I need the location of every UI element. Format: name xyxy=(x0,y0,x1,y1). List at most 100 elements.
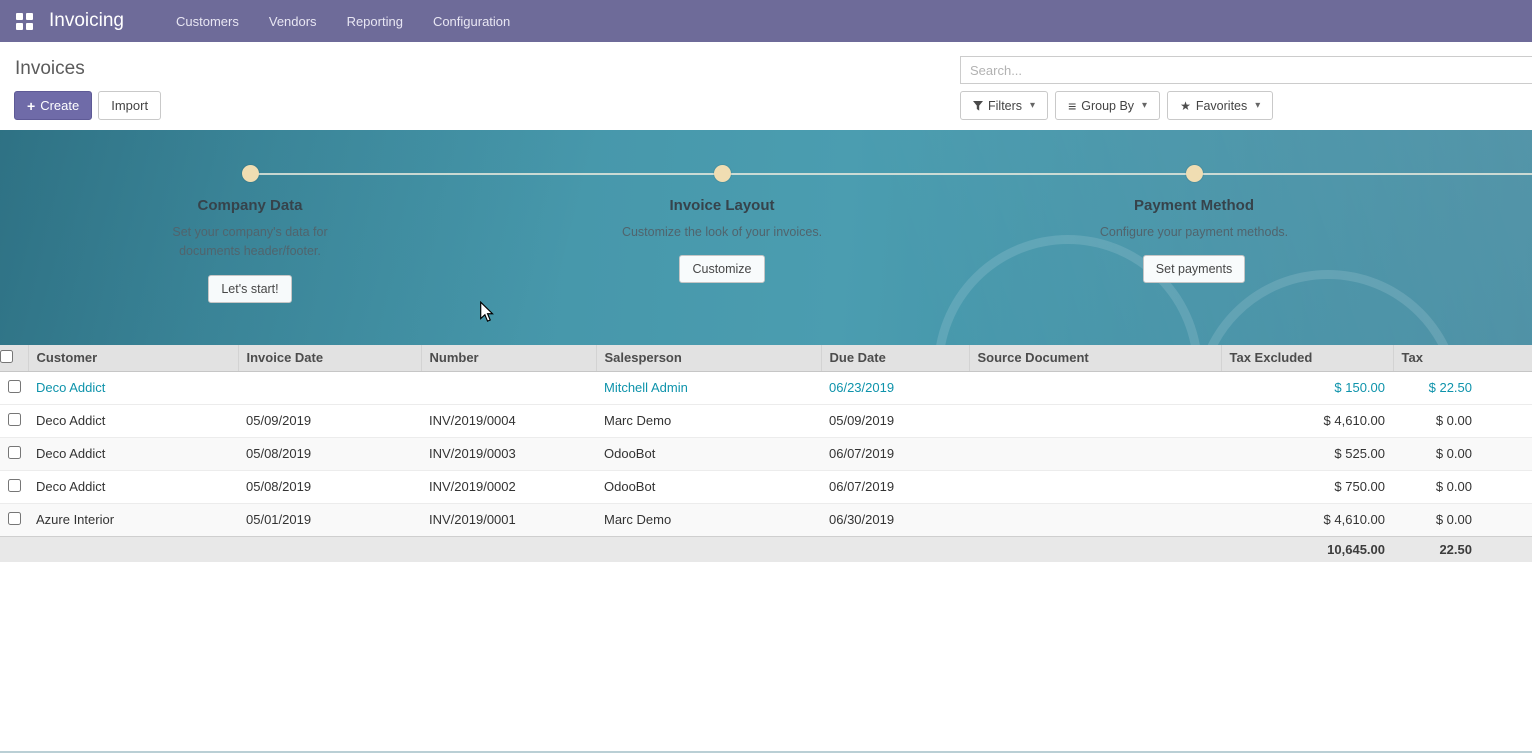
cell-source-document xyxy=(969,371,1221,404)
cell-number: INV/2019/0003 xyxy=(421,437,596,470)
cell-tax: $ 0.00 xyxy=(1393,404,1532,437)
column-header-tax[interactable]: Tax xyxy=(1393,345,1532,371)
cell-customer: Azure Interior xyxy=(28,503,238,536)
cell-source-document xyxy=(969,470,1221,503)
row-checkbox[interactable] xyxy=(8,446,21,459)
nav-reporting[interactable]: Reporting xyxy=(347,14,403,29)
customize-button[interactable]: Customize xyxy=(679,255,764,283)
step-description: Customize the look of your invoices. xyxy=(616,223,828,242)
create-button-label: Create xyxy=(40,98,79,113)
search-input[interactable] xyxy=(960,56,1532,84)
action-buttons: + Create Import xyxy=(14,91,161,120)
table-row[interactable]: Deco Addict 05/08/2019 INV/2019/0002 Odo… xyxy=(0,470,1532,503)
nav-vendors[interactable]: Vendors xyxy=(269,14,317,29)
search-panel: Filters ▾ ≡ Group By ▾ ★ Favorites ▾ xyxy=(960,56,1532,120)
apps-menu-icon[interactable] xyxy=(16,13,33,30)
nav-customers[interactable]: Customers xyxy=(176,14,239,29)
cell-tax: $ 0.00 xyxy=(1393,503,1532,536)
row-checkbox[interactable] xyxy=(8,479,21,492)
control-panel: Invoices + Create Import Filters ▾ ≡ Gro… xyxy=(0,42,1532,130)
invoice-list: Customer Invoice Date Number Salesperson… xyxy=(0,345,1532,562)
cell-number: INV/2019/0001 xyxy=(421,503,596,536)
group-by-icon: ≡ xyxy=(1068,99,1076,113)
step-title: Payment Method xyxy=(1064,197,1324,214)
cell-salesperson: Mitchell Admin xyxy=(596,371,821,404)
cell-customer: Deco Addict xyxy=(28,470,238,503)
star-icon: ★ xyxy=(1180,99,1191,113)
cell-invoice-date: 05/08/2019 xyxy=(238,437,421,470)
cell-invoice-date: 05/08/2019 xyxy=(238,470,421,503)
cell-tax-excluded: $ 4,610.00 xyxy=(1221,404,1393,437)
column-header-salesperson[interactable]: Salesperson xyxy=(596,345,821,371)
top-navbar: Invoicing Customers Vendors Reporting Co… xyxy=(0,0,1532,42)
cell-tax-excluded: $ 150.00 xyxy=(1221,371,1393,404)
table-header-row: Customer Invoice Date Number Salesperson… xyxy=(0,345,1532,371)
cell-number: INV/2019/0004 xyxy=(421,404,596,437)
filter-bar: Filters ▾ ≡ Group By ▾ ★ Favorites ▾ xyxy=(960,91,1532,120)
onboarding-step-invoice-layout: Invoice Layout Customize the look of you… xyxy=(592,165,852,283)
step-title: Invoice Layout xyxy=(592,197,852,214)
cell-due-date: 06/30/2019 xyxy=(821,503,969,536)
column-header-number[interactable]: Number xyxy=(421,345,596,371)
create-button[interactable]: + Create xyxy=(14,91,92,120)
app-brand[interactable]: Invoicing xyxy=(49,10,124,32)
cell-invoice-date: 05/09/2019 xyxy=(238,404,421,437)
select-all-checkbox[interactable] xyxy=(0,350,13,363)
lets-start-button[interactable]: Let's start! xyxy=(208,275,291,303)
column-header-source-document[interactable]: Source Document xyxy=(969,345,1221,371)
column-header-invoice-date[interactable]: Invoice Date xyxy=(238,345,421,371)
table-row[interactable]: Deco Addict 05/09/2019 INV/2019/0004 Mar… xyxy=(0,404,1532,437)
chevron-down-icon: ▾ xyxy=(1142,100,1147,111)
chevron-down-icon: ▾ xyxy=(1030,100,1035,111)
group-by-button-label: Group By xyxy=(1081,99,1134,113)
row-checkbox[interactable] xyxy=(8,380,21,393)
step-description: Configure your payment methods. xyxy=(1088,223,1300,242)
column-header-due-date[interactable]: Due Date xyxy=(821,345,969,371)
step-description: Set your company's data for documents he… xyxy=(144,223,356,262)
invoicing-app: Invoicing Customers Vendors Reporting Co… xyxy=(0,0,1532,753)
cell-salesperson: Marc Demo xyxy=(596,404,821,437)
table-row[interactable]: Azure Interior 05/01/2019 INV/2019/0001 … xyxy=(0,503,1532,536)
nav-configuration[interactable]: Configuration xyxy=(433,14,510,29)
filter-icon xyxy=(973,101,983,111)
cell-due-date: 06/23/2019 xyxy=(821,371,969,404)
table-row[interactable]: Deco Addict 05/08/2019 INV/2019/0003 Odo… xyxy=(0,437,1532,470)
column-header-customer[interactable]: Customer xyxy=(28,345,238,371)
row-checkbox[interactable] xyxy=(8,512,21,525)
cell-source-document xyxy=(969,437,1221,470)
step-title: Company Data xyxy=(120,197,380,214)
cell-tax-excluded: $ 750.00 xyxy=(1221,470,1393,503)
favorites-button[interactable]: ★ Favorites ▾ xyxy=(1167,91,1273,120)
plus-icon: + xyxy=(27,98,35,114)
set-payments-button[interactable]: Set payments xyxy=(1143,255,1245,283)
chevron-down-icon: ▾ xyxy=(1255,100,1260,111)
cell-tax: $ 0.00 xyxy=(1393,470,1532,503)
group-by-button[interactable]: ≡ Group By ▾ xyxy=(1055,91,1160,120)
favorites-button-label: Favorites xyxy=(1196,99,1247,113)
onboarding-timeline xyxy=(250,173,1532,175)
onboarding-banner: Company Data Set your company's data for… xyxy=(0,130,1532,345)
cell-tax-excluded: $ 525.00 xyxy=(1221,437,1393,470)
cell-source-document xyxy=(969,503,1221,536)
cell-due-date: 06/07/2019 xyxy=(821,437,969,470)
cell-tax: $ 0.00 xyxy=(1393,437,1532,470)
cell-number xyxy=(421,371,596,404)
table-row[interactable]: Deco Addict Mitchell Admin 06/23/2019 $ … xyxy=(0,371,1532,404)
cell-due-date: 05/09/2019 xyxy=(821,404,969,437)
cell-salesperson: OdooBot xyxy=(596,437,821,470)
import-button[interactable]: Import xyxy=(98,91,161,120)
cell-invoice-date xyxy=(238,371,421,404)
cell-customer: Deco Addict xyxy=(28,404,238,437)
cell-number: INV/2019/0002 xyxy=(421,470,596,503)
row-checkbox[interactable] xyxy=(8,413,21,426)
step-dot-icon xyxy=(242,165,259,182)
filters-button[interactable]: Filters ▾ xyxy=(960,91,1048,120)
total-tax-excluded: 10,645.00 xyxy=(1221,536,1393,562)
cell-invoice-date: 05/01/2019 xyxy=(238,503,421,536)
total-tax: 22.50 xyxy=(1393,536,1532,562)
navbar-menu: Customers Vendors Reporting Configuratio… xyxy=(176,14,510,29)
cell-due-date: 06/07/2019 xyxy=(821,470,969,503)
cell-tax: $ 22.50 xyxy=(1393,371,1532,404)
column-header-tax-excluded[interactable]: Tax Excluded xyxy=(1221,345,1393,371)
cell-salesperson: Marc Demo xyxy=(596,503,821,536)
